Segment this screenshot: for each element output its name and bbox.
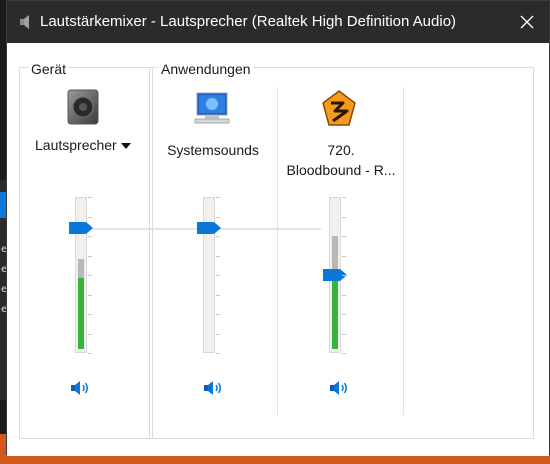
slider-tick: [342, 353, 346, 354]
column-separator: [403, 87, 404, 415]
slider-tick: [216, 236, 220, 237]
app-name-line1: 720.: [327, 142, 355, 158]
apps-group-label: Anwendungen: [159, 61, 253, 77]
slider-tick: [342, 295, 346, 296]
slider-tick: [88, 295, 92, 296]
slider-tick: [342, 197, 346, 198]
app-name-line2: Bloodbound - R...: [286, 162, 396, 178]
slider-tick: [216, 275, 220, 276]
column-separator: [277, 87, 278, 415]
slider-tick: [88, 353, 92, 354]
volume-speaker-icon[interactable]: [329, 378, 351, 398]
slider-tick: [216, 217, 220, 218]
volume-speaker-icon[interactable]: [203, 378, 225, 398]
close-icon: [520, 15, 534, 29]
device-group-label: Gerät: [29, 61, 69, 77]
peak-meter-green: [78, 278, 84, 349]
device-volume-slider[interactable]: [69, 191, 109, 359]
slider-tick: [88, 256, 92, 257]
slider-tick: [216, 295, 220, 296]
slider-tick: [342, 236, 346, 237]
speaker-icon: [19, 13, 35, 31]
close-button[interactable]: [505, 1, 549, 43]
volume-mixer-window: Lautstärkemixer - Lautsprecher (Realtek …: [6, 0, 550, 456]
app-name-systemsounds: Systemsounds: [167, 142, 259, 158]
slider-tick: [216, 353, 220, 354]
slider-tick: [216, 334, 220, 335]
window-title: Lautstärkemixer - Lautsprecher (Realtek …: [40, 13, 457, 30]
slider-tick: [88, 197, 92, 198]
slider-tick: [342, 314, 346, 315]
volume-speaker-icon[interactable]: [70, 378, 92, 398]
slider-tick: [216, 197, 220, 198]
slider-thumb[interactable]: [197, 222, 221, 235]
slider-tick: [88, 217, 92, 218]
slider-tick: [88, 334, 92, 335]
slider-thumb[interactable]: [69, 222, 93, 235]
slider-tick: [342, 217, 346, 218]
slider-tick: [88, 275, 92, 276]
slider-tick: [216, 314, 220, 315]
chevron-down-icon: [120, 142, 131, 149]
slider-tick: [88, 314, 92, 315]
speaker-device-icon: [63, 87, 103, 127]
mixer-client-area: Gerät Anwendungen Lautsprecher Systemsou…: [7, 43, 549, 456]
device-dropdown-value: Lautsprecher: [35, 137, 117, 153]
slider-tick: [88, 236, 92, 237]
slider-tick: [342, 275, 346, 276]
app-volume-slider[interactable]: [323, 191, 363, 359]
systemsounds-volume-slider[interactable]: [197, 191, 237, 359]
device-dropdown[interactable]: Lautsprecher: [35, 137, 131, 153]
peak-meter-green: [332, 275, 338, 349]
slider-tick: [342, 256, 346, 257]
slider-tick: [216, 256, 220, 257]
titlebar[interactable]: Lautstärkemixer - Lautsprecher (Realtek …: [7, 1, 549, 43]
slider-tick: [342, 334, 346, 335]
vlc-winamp-icon: [319, 89, 359, 129]
slider-track: [203, 197, 215, 353]
system-sounds-icon: [193, 89, 233, 129]
